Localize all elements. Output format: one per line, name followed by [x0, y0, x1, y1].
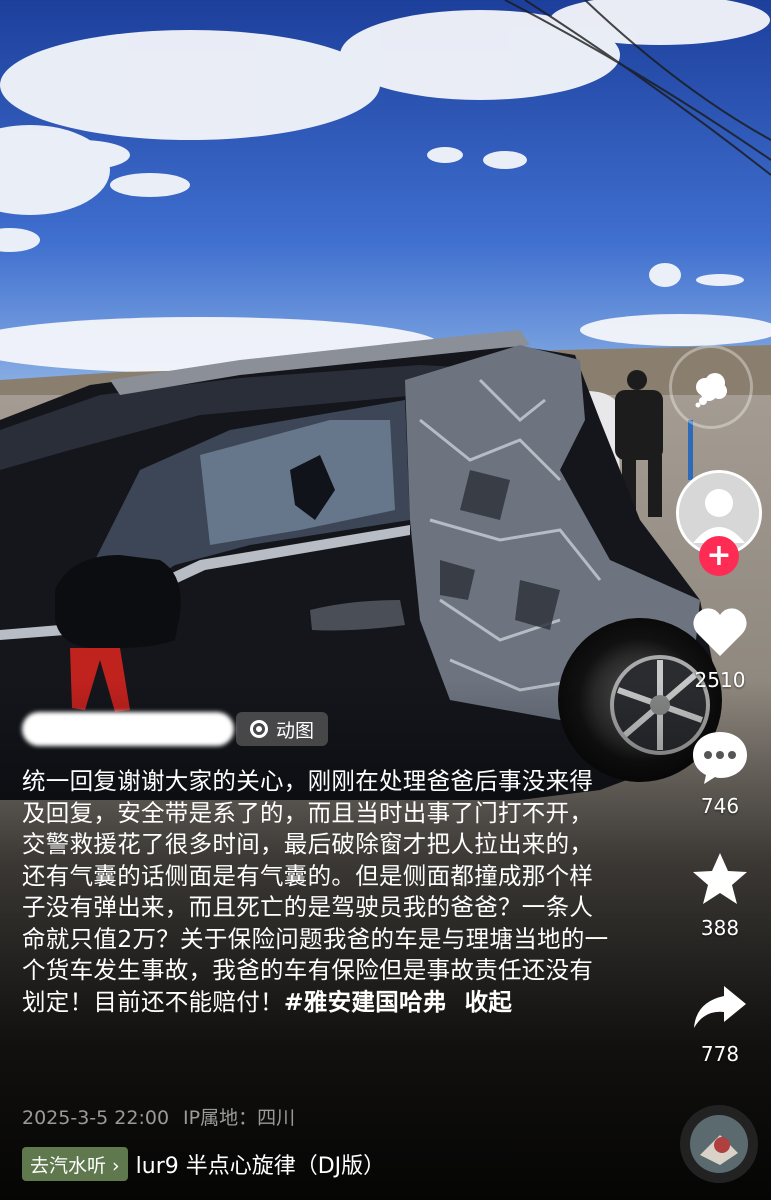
- post-description: 统一回复谢谢大家的关心，刚刚在处理爸爸后事没来得及回复，安全带是系了的，而且当时…: [22, 766, 612, 1018]
- media-type-tag: 动图: [236, 712, 329, 746]
- star-icon: [693, 853, 747, 904]
- comment-button[interactable]: 746: [680, 728, 760, 818]
- media-tag-label: 动图: [276, 719, 315, 742]
- like-button[interactable]: 2510: [680, 604, 760, 692]
- collapse-button[interactable]: 收起: [465, 988, 513, 1016]
- post-date: 2025-3-5 22:00: [22, 1107, 170, 1129]
- post-meta: 2025-3-5 22:00 IP属地：四川: [22, 1103, 295, 1130]
- description-text: 统一回复谢谢大家的关心，刚刚在处理爸爸后事没来得及回复，安全带是系了的，而且当时…: [22, 767, 609, 1016]
- share-arrow-icon: [694, 986, 746, 1028]
- music-row[interactable]: 去汽水听 › lur9 半点心旋律（DJ版）: [22, 1147, 385, 1181]
- heart-icon: [693, 608, 747, 656]
- effect-button[interactable]: [669, 345, 753, 429]
- author-row: 动图: [22, 712, 329, 746]
- comment-count: 746: [700, 794, 740, 818]
- gif-ring-icon: [250, 720, 268, 738]
- share-button[interactable]: 778: [680, 982, 760, 1066]
- music-cover-image: [690, 1115, 748, 1173]
- listen-in-app-chip[interactable]: 去汽水听 ›: [22, 1147, 128, 1181]
- author-name-redacted[interactable]: [22, 712, 234, 746]
- cloud-effect-icon: [695, 373, 727, 408]
- favorite-button[interactable]: 388: [680, 850, 760, 940]
- ip-location: IP属地：四川: [183, 1107, 296, 1129]
- song-title[interactable]: lur9 半点心旋律（DJ版）: [136, 1148, 386, 1180]
- plus-icon: +: [706, 538, 732, 573]
- music-disc[interactable]: [680, 1105, 758, 1183]
- share-count: 778: [700, 1042, 740, 1066]
- comment-bubble-icon: [693, 732, 747, 784]
- follow-button[interactable]: +: [699, 536, 739, 576]
- hashtag-link[interactable]: #雅安建国哈弗: [284, 988, 447, 1016]
- like-count: 2510: [694, 668, 746, 692]
- favorite-count: 388: [700, 916, 740, 940]
